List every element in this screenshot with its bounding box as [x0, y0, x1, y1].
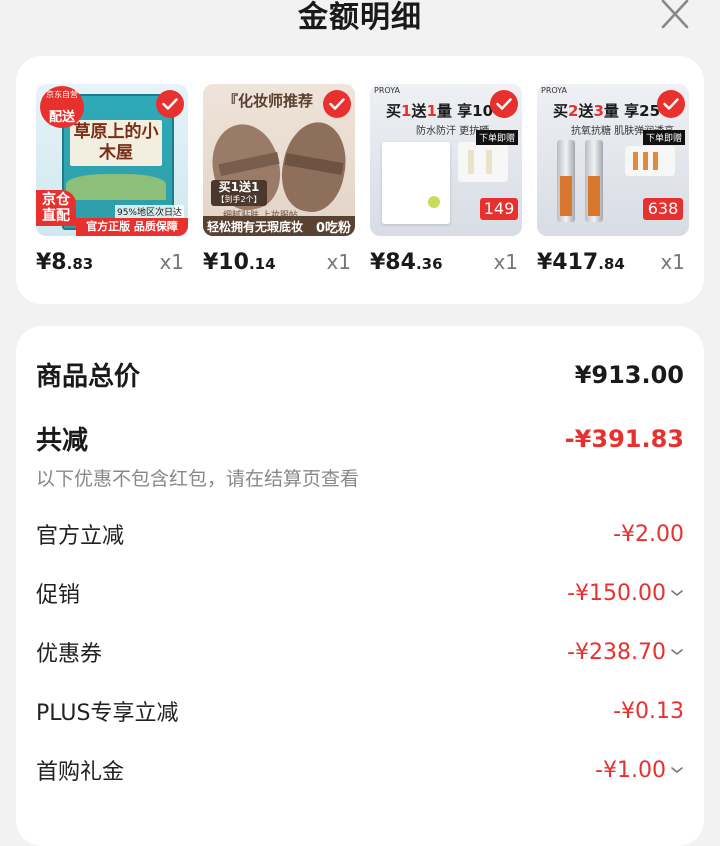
- product-item[interactable]: PROYA 买1送1量 享10 防水防汗 更抗晒 下单即赠 149 ¥84.36…: [370, 84, 522, 275]
- check-icon: [162, 98, 178, 110]
- discount-row: PLUS专享立减 -¥0.13: [36, 695, 684, 727]
- discount-value: -¥238.70: [567, 640, 684, 665]
- promo-small: 95%地区次日达: [114, 205, 184, 218]
- header: 金额明细: [0, 0, 720, 48]
- discount-label: 官方立减: [36, 524, 125, 549]
- discount-value: -¥0.13: [613, 698, 684, 724]
- product-item[interactable]: PROYA 买2送3量 享25 抗氧抗糖 肌肤弹润透亮 下单即赠 638 ¥41…: [537, 84, 689, 275]
- chevron-down-icon: [671, 649, 683, 656]
- book-title: 草原上的小木屋: [73, 122, 159, 163]
- brand-logo: PROYA: [541, 86, 567, 95]
- promo-label: 买1送1 【到手2个】: [211, 180, 267, 206]
- discount-label: PLUS专享立减: [36, 701, 179, 726]
- price-row: ¥10.14 x1: [203, 250, 355, 275]
- discount-row-first-purchase[interactable]: 首购礼金 -¥1.00: [36, 754, 684, 786]
- selected-check[interactable]: [323, 90, 351, 118]
- product-headline: 买1送1量 享10: [386, 102, 494, 120]
- store-badge: 京东自营 配送: [40, 86, 84, 128]
- reduce-value: -¥391.83: [564, 424, 684, 453]
- product-quantity: x1: [660, 250, 685, 274]
- selected-check[interactable]: [657, 90, 685, 118]
- chevron-down-icon: [671, 767, 683, 774]
- selected-check[interactable]: [490, 90, 518, 118]
- discount-label: 首购礼金: [36, 760, 125, 785]
- price-row: ¥417.84 x1: [537, 250, 689, 275]
- discount-value: -¥150.00: [567, 581, 684, 606]
- product-quantity: x1: [159, 250, 184, 274]
- page-title: 金额明细: [298, 0, 422, 35]
- discount-row-promotion[interactable]: 促销 -¥150.00: [36, 577, 684, 609]
- close-icon: [661, 0, 689, 29]
- chevron-down-icon: [671, 590, 683, 597]
- corner-badge: 京仓直配: [36, 190, 76, 226]
- check-icon: [496, 98, 512, 110]
- brand-logo: PROYA: [374, 86, 400, 95]
- total-value: ¥913.00: [574, 360, 684, 389]
- product-item[interactable]: 『化妆师推荐 买1送1 【到手2个】 细腻贴肤 上妆服帖 轻松拥有无瑕底妆 0吃…: [203, 84, 355, 275]
- product-thumbnail[interactable]: 『化妆师推荐 买1送1 【到手2个】 细腻贴肤 上妆服帖 轻松拥有无瑕底妆 0吃…: [203, 84, 355, 236]
- price-summary-card: 商品总价 ¥913.00 共减 -¥391.83 以下优惠不包含红包，请在结算页…: [16, 326, 704, 846]
- selected-check[interactable]: [156, 90, 184, 118]
- check-icon: [329, 98, 345, 110]
- product-thumbnail[interactable]: PROYA 买2送3量 享25 抗氧抗糖 肌肤弹润透亮 下单即赠 638: [537, 84, 689, 236]
- check-icon: [663, 98, 679, 110]
- discount-label: 优惠券: [36, 642, 103, 667]
- product-quantity: x1: [326, 250, 351, 274]
- reduce-label: 共减: [36, 426, 89, 456]
- promo-bar: 官方正版 品质保障: [76, 218, 188, 236]
- deal-price: 149: [480, 198, 518, 220]
- discount-note: 以下优惠不包含红包，请在结算页查看: [36, 468, 360, 490]
- reduce-row: 共减 -¥391.83: [36, 420, 684, 457]
- gift-tag: 下单即赠: [475, 130, 518, 145]
- price-row: ¥84.36 x1: [370, 250, 522, 275]
- price-row: ¥8.83 x1: [36, 250, 188, 275]
- product-list-card: 草原上的小木屋 京东自营 配送 京仓直配 95%地区次日达 官方正版 品质保障 …: [16, 56, 704, 304]
- product-price: ¥417.84: [537, 250, 625, 275]
- bottom-bar: 轻松拥有无瑕底妆 0吃粉: [203, 216, 355, 236]
- product-list: 草原上的小木屋 京东自营 配送 京仓直配 95%地区次日达 官方正版 品质保障 …: [36, 84, 689, 275]
- product-price: ¥8.83: [36, 250, 94, 275]
- discount-row: 官方立减 -¥2.00: [36, 518, 684, 550]
- product-item[interactable]: 草原上的小木屋 京东自营 配送 京仓直配 95%地区次日达 官方正版 品质保障 …: [36, 84, 188, 275]
- product-thumbnail[interactable]: 草原上的小木屋 京东自营 配送 京仓直配 95%地区次日达 官方正版 品质保障: [36, 84, 188, 236]
- total-row: 商品总价 ¥913.00: [36, 356, 684, 393]
- product-price: ¥84.36: [370, 250, 443, 275]
- discount-row-coupon[interactable]: 优惠券 -¥238.70: [36, 636, 684, 668]
- product-quantity: x1: [493, 250, 518, 274]
- total-label: 商品总价: [36, 362, 141, 392]
- discount-value: -¥1.00: [595, 758, 684, 783]
- product-price: ¥10.14: [203, 250, 276, 275]
- product-thumbnail[interactable]: PROYA 买1送1量 享10 防水防汗 更抗晒 下单即赠 149: [370, 84, 522, 236]
- close-button[interactable]: [658, 0, 692, 30]
- discount-value: -¥2.00: [613, 521, 684, 547]
- gift-tag: 下单即赠: [642, 130, 685, 145]
- deal-price: 638: [643, 198, 683, 220]
- discount-label: 促销: [36, 583, 81, 608]
- product-headline: 『化妆师推荐: [223, 92, 314, 110]
- product-headline: 买2送3量 享25: [553, 102, 661, 120]
